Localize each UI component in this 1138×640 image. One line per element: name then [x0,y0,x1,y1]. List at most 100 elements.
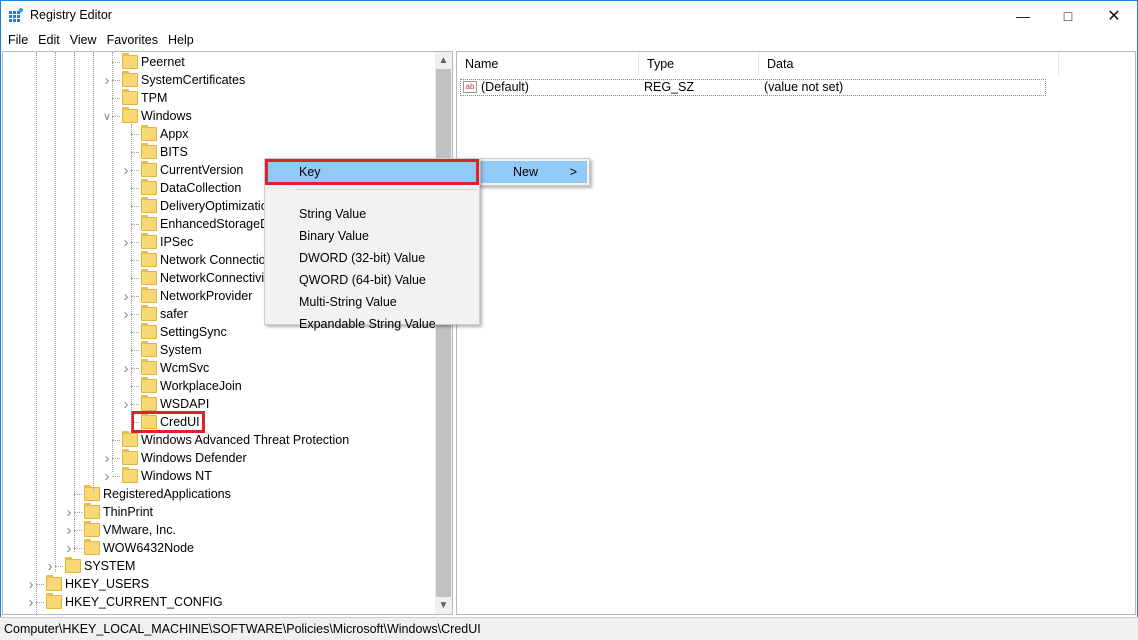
tree-item[interactable]: System [141,341,202,359]
tree-item[interactable]: ›CurrentVersion [141,161,243,179]
expand-chevron-icon[interactable]: › [121,306,131,323]
folder-icon [46,595,62,609]
tree-guide-line [36,52,37,615]
column-header-type[interactable]: Type [639,52,759,76]
tree-item[interactable]: ›VMware, Inc. [84,521,176,539]
folder-icon [141,199,157,213]
string-value-icon: ab [463,81,477,93]
tree-connector [36,584,44,585]
expand-chevron-icon[interactable]: › [121,396,131,413]
tree-item[interactable]: ›WOW6432Node [84,539,194,557]
tree-connector [131,134,139,135]
tree-item[interactable]: ›Windows NT [122,467,212,485]
menu-edit[interactable]: Edit [33,31,65,50]
tree-item-label: HKEY_CURRENT_CONFIG [65,595,223,609]
tree-item[interactable]: ›Windows Defender [122,449,247,467]
tree-item[interactable]: ›WcmSvc [141,359,209,377]
expand-chevron-icon[interactable]: › [64,522,74,539]
value-row-default[interactable] [460,79,1046,96]
tree-item[interactable]: WorkplaceJoin [141,377,242,395]
tree-item[interactable]: ›HKEY_CURRENT_CONFIG [46,593,223,611]
menu-file[interactable]: File [3,31,33,50]
tree-item[interactable]: DataCollection [141,179,241,197]
tree-guide-line [93,52,94,492]
folder-icon [141,181,157,195]
expand-chevron-icon[interactable]: › [64,504,74,521]
folder-icon [141,289,157,303]
submenu-item[interactable]: DWORD (32-bit) Value [267,247,477,269]
expand-chevron-icon[interactable]: › [121,234,131,251]
tree-item[interactable]: ›SYSTEM [65,557,135,575]
tree-connector [131,386,139,387]
tree-item[interactable]: ›safer [141,305,188,323]
tree-connector [131,242,139,243]
expand-chevron-icon[interactable]: › [26,594,36,611]
tree-item[interactable]: EnhancedStorageDe [141,215,276,233]
folder-icon [141,343,157,357]
tree-item[interactable]: ›IPSec [141,233,193,251]
tree-item-label: NetworkConnectivit [160,271,268,285]
folder-icon [141,127,157,141]
folder-icon [122,451,138,465]
tree-item[interactable]: Appx [141,125,189,143]
tree-item-label: System [160,343,202,357]
tree-item-label: RegisteredApplications [103,487,231,501]
tree-item[interactable]: ›SystemCertificates [122,71,245,89]
expand-chevron-icon[interactable]: › [45,558,55,575]
tree-item-label: TPM [141,91,167,105]
tree-connector [131,278,139,279]
expand-chevron-icon[interactable]: › [102,450,112,467]
tree-connector [131,206,139,207]
expand-chevron-icon[interactable]: › [26,576,36,593]
tree-item[interactable]: NetworkConnectivit [141,269,268,287]
tree-item[interactable]: Windows Advanced Threat Protection [122,431,349,449]
tree-item[interactable]: Peernet [122,53,185,71]
expand-chevron-icon[interactable]: › [121,360,131,377]
tree-item-label: WcmSvc [160,361,209,375]
submenu-item[interactable]: Binary Value [267,225,477,247]
menu-help[interactable]: Help [163,31,199,50]
tree-connector [36,602,44,603]
tree-connector [131,296,139,297]
submenu-item[interactable]: QWORD (64-bit) Value [267,269,477,291]
column-header-data[interactable]: Data [759,52,1059,76]
menu-favorites[interactable]: Favorites [102,31,163,50]
expand-chevron-icon[interactable]: › [121,162,131,179]
maximize-button[interactable]: □ [1045,0,1091,31]
expand-chevron-icon[interactable]: › [102,468,112,485]
tree-item[interactable]: ›NetworkProvider [141,287,252,305]
tree-connector [74,530,82,531]
tree-connector [131,404,139,405]
close-button[interactable]: ✕ [1091,0,1137,31]
submenu-item[interactable]: Expandable String Value [267,313,477,335]
tree-item[interactable]: BITS [141,143,188,161]
column-header-name[interactable]: Name [457,52,639,76]
tree-item[interactable]: ›ThinPrint [84,503,153,521]
tree-item[interactable]: SettingSync [141,323,227,341]
tree-item[interactable]: RegisteredApplications [84,485,231,503]
folder-icon [122,109,138,123]
tree-item[interactable]: ∨Windows [122,107,192,125]
title-bar: Registry Editor — □ ✕ [0,0,1138,31]
tree-connector [112,440,120,441]
submenu-item[interactable]: String Value [267,203,477,225]
menu-item-new[interactable]: New > [481,161,587,183]
tree-item[interactable]: DeliveryOptimizatio [141,197,268,215]
tree-item[interactable]: TPM [122,89,167,107]
tree-item[interactable]: Network Connectio [141,251,266,269]
scroll-up-icon[interactable]: ▲ [435,52,452,69]
menu-bar: File Edit View Favorites Help [0,31,199,50]
scroll-down-icon[interactable]: ▼ [435,597,452,614]
expand-chevron-icon[interactable]: › [121,288,131,305]
menu-view[interactable]: View [65,31,102,50]
tree-item[interactable]: ›HKEY_USERS [46,575,149,593]
expand-chevron-icon[interactable]: › [102,72,112,89]
minimize-button[interactable]: — [1000,0,1046,31]
collapse-chevron-icon[interactable]: ∨ [102,110,112,123]
folder-icon [141,307,157,321]
submenu-item[interactable]: Multi-String Value [267,291,477,313]
values-list: Name Type Data ab (Default) REG_SZ (valu… [456,51,1136,615]
expand-chevron-icon[interactable]: › [64,540,74,557]
tree-connector [131,260,139,261]
tree-item-label: Peernet [141,55,185,69]
